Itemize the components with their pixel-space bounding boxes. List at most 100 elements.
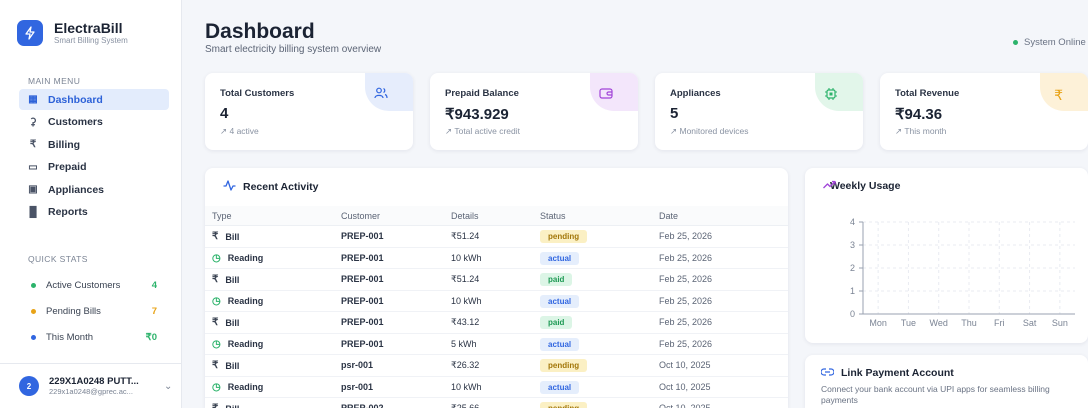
card-value: 4 (220, 105, 229, 122)
column-header: Details (451, 211, 479, 221)
table-row[interactable]: ₹ Bill psr-001 ₹26.32 pending Oct 10, 2025 (205, 355, 788, 377)
users-icon (374, 87, 388, 102)
sidebar-item-customers[interactable]: ⚳ Customers (19, 112, 169, 133)
link-payment-description: Connect your bank account via UPI apps f… (821, 384, 1050, 405)
card-accent (365, 73, 413, 111)
stat-label: This Month (46, 331, 93, 343)
x-tick-label: Sat (1023, 318, 1037, 328)
table-row[interactable]: ◷ Reading PREP-001 5 kWh actual Feb 25, 2026 (205, 334, 788, 355)
stat-label: Pending Bills (46, 305, 101, 317)
x-tick-label: Mon (869, 318, 887, 328)
sidebar-item-prepaid[interactable]: ▭ Prepaid (19, 157, 169, 178)
card-value: ₹94.36 (895, 106, 943, 123)
status-badge: pending (540, 359, 588, 372)
table-row[interactable]: ◷ Reading PREP-001 10 kWh actual Feb 25, 2026 (205, 291, 788, 312)
main-menu: ▦ Dashboard ⚳ Customers ₹ Billing ▭ Prepaid … (19, 89, 169, 224)
chevron-down-icon[interactable]: ⌄ (164, 381, 172, 392)
cell-customer: psr-001 (341, 381, 374, 392)
card-appliances[interactable]: Appliances 5 ↗ Monitored devices (655, 73, 863, 150)
table-row[interactable]: ₹ Bill PREP-002 ₹25.66 pending Oct 10, 2025 (205, 398, 788, 408)
table-row[interactable]: ₹ Bill PREP-001 ₹51.24 paid Feb 25, 2026 (205, 269, 788, 291)
user-email: 229x1a0248@gprec.ac... (49, 387, 133, 396)
cell-type: ◷ Reading (212, 253, 263, 264)
stat-value: ₹0 (145, 331, 157, 343)
link-icon (820, 367, 835, 379)
cell-type: ₹ Bill (212, 231, 239, 242)
recent-activity-title-text: Recent Activity (243, 181, 319, 193)
card-sub: ↗ 4 active (220, 126, 259, 136)
status-badge: paid (540, 316, 573, 329)
card-sub-text: Total active credit (454, 126, 521, 136)
sidebar-item-appliances[interactable]: ▣ Appliances (19, 179, 169, 200)
wallet-icon (599, 87, 613, 102)
grid-icon: ▦ (28, 94, 38, 105)
weekly-usage-panel: Weekly Usage 0 1 2 3 4 Mon Tue Wed Thu Fri Sat Sun (805, 168, 1088, 343)
rupee-icon: ₹ (29, 139, 37, 150)
clock-icon: ◷ (212, 338, 221, 350)
table-row[interactable]: ₹ Bill PREP-001 ₹43.12 paid Feb 25, 2026 (205, 312, 788, 334)
cell-type: ₹ Bill (212, 317, 239, 328)
chip-icon: ▣ (28, 184, 38, 195)
sidebar-item-reports[interactable]: █ Reports (19, 202, 169, 223)
x-tick-label: Tue (901, 318, 916, 328)
cell-details: ₹43.12 (451, 317, 480, 327)
cell-type-text: Reading (227, 382, 264, 392)
status-dot (31, 282, 36, 288)
sidebar-item-label: Billing (48, 138, 81, 151)
card-value: 5 (670, 105, 679, 122)
cell-date: Oct 10, 2025 (659, 360, 711, 370)
card-accent (590, 73, 638, 111)
cell-type: ₹ Bill (212, 274, 239, 285)
recent-activity-panel: Recent Activity Type Customer Details St… (205, 168, 788, 408)
link-payment-title: Link Payment Account (820, 367, 954, 379)
brand-title: ElectraBill (54, 20, 123, 36)
cell-type: ₹ Bill (212, 360, 239, 371)
card-prepaid-balance[interactable]: Prepaid Balance ₹943.929 ↗ Total active … (430, 73, 638, 150)
clock-icon: ◷ (212, 381, 221, 393)
bolt-icon (17, 20, 43, 46)
clock-icon: ◷ (212, 295, 221, 307)
table-row[interactable]: ◷ Reading PREP-001 10 kWh actual Feb 25, 2026 (205, 248, 788, 269)
cell-date: Feb 25, 2026 (659, 338, 713, 349)
card-label: Total Customers (220, 88, 295, 99)
status-badge: actual (540, 294, 580, 308)
page-title: Dashboard (205, 20, 315, 43)
link-payment-panel[interactable]: Link Payment Account Connect your bank a… (805, 355, 1088, 408)
recent-activity-title: Recent Activity (223, 180, 318, 194)
rupee-icon: ₹ (1054, 87, 1063, 103)
card-total-customers[interactable]: Total Customers 4 ↗ 4 active (205, 73, 413, 150)
table-row[interactable]: ₹ Bill PREP-001 ₹51.24 pending Feb 25, 2026 (205, 226, 788, 248)
table-header: Type Customer Details Status Date (205, 206, 788, 226)
card-sub: ↗ This month (895, 126, 947, 136)
cell-details: ₹26.32 (451, 360, 480, 370)
y-tick-label: 4 (850, 217, 855, 227)
card-accent (815, 73, 863, 111)
status-badge: actual (540, 251, 580, 265)
cell-type-text: Bill (225, 274, 240, 285)
card-sub-text: 4 active (229, 126, 259, 136)
card-value: ₹943.929 (445, 106, 509, 123)
pulse-icon (223, 180, 236, 194)
x-tick-label: Thu (961, 318, 977, 328)
avatar: 2 (19, 376, 39, 396)
cell-type-text: Bill (225, 231, 240, 242)
table-row[interactable]: ◷ Reading psr-001 10 kWh actual Oct 10, 2025 (205, 377, 788, 398)
card-label: Prepaid Balance (445, 88, 519, 99)
column-header: Type (212, 211, 232, 221)
sidebar-item-dashboard[interactable]: ▦ Dashboard (19, 89, 169, 110)
rupee-icon: ₹ (212, 360, 219, 371)
status-text: System Online (1024, 37, 1086, 48)
cell-type-text: Reading (227, 339, 264, 349)
cell-date: Feb 25, 2026 (659, 231, 713, 241)
brand-subtitle: Smart Billing System (54, 36, 128, 45)
card-total-revenue[interactable]: ₹ Total Revenue ₹94.36 ↗ This month (880, 73, 1088, 150)
user-profile[interactable]: 2 229X1A0248 PUTT... 229x1a0248@gprec.ac… (0, 363, 182, 408)
sidebar-item-billing[interactable]: ₹ Billing (19, 134, 169, 155)
sidebar-item-label: Prepaid (48, 161, 87, 173)
system-status: System Online (1013, 37, 1088, 48)
cell-type: ◷ Reading (212, 382, 263, 393)
cell-date: Feb 25, 2026 (659, 295, 713, 306)
cell-customer: PREP-001 (341, 231, 384, 241)
cell-customer: PREP-001 (341, 274, 384, 284)
brand[interactable]: ElectraBill Smart Billing System (17, 20, 128, 46)
